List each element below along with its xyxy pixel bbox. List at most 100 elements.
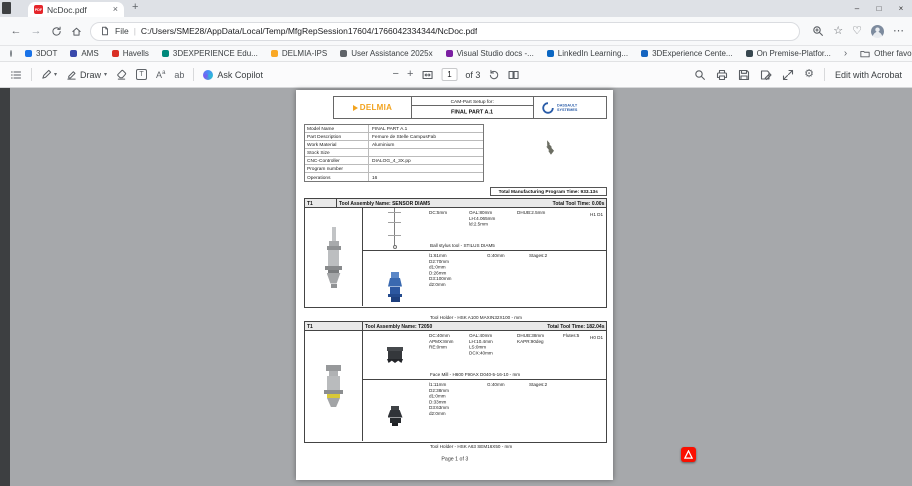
corrector-label: H1 D1 <box>589 212 603 217</box>
tool-id: T1 <box>307 323 313 329</box>
spec-column: OAL:80mm LH:4.065mm ld:2.5mm <box>469 210 496 227</box>
favorites-star-icon[interactable]: ☆ <box>833 25 843 37</box>
cutter-caption: Face Mill - H600 F90AX D040-5-16-10 - mm <box>430 372 521 377</box>
face-mill-render <box>363 331 427 379</box>
ask-copilot-button[interactable]: Ask Copilot <box>203 69 263 80</box>
read-aloud-icon[interactable]: Aa <box>156 70 165 80</box>
text-selection-icon[interactable]: ab <box>174 70 184 80</box>
window-edge-artifact <box>2 2 11 14</box>
holder-specs: l1:61mm D2:70mm d1:0mm D:26mm D3:100mm d… <box>427 251 606 322</box>
page-number-input[interactable] <box>441 68 458 81</box>
bookmark-item[interactable]: Havells <box>111 49 149 58</box>
browser-essentials-icon[interactable]: ♡ <box>852 25 862 37</box>
fullscreen-icon[interactable] <box>782 69 794 81</box>
bookmark-label: 3DOT <box>36 49 58 58</box>
back-button[interactable]: ← <box>6 25 26 37</box>
draw-tool-button[interactable]: Draw ▾ <box>66 69 107 80</box>
holder-render-blue <box>363 251 427 322</box>
forward-button[interactable]: → <box>26 25 46 37</box>
bookmark-label: Visual Studio docs -... <box>456 49 534 58</box>
zoom-in-icon[interactable]: + <box>407 69 413 80</box>
holder-specs: l1:11mm D2:38mm d1:0mm D:33mm D3:63mm d2… <box>427 380 606 451</box>
print-icon[interactable] <box>716 69 728 81</box>
bookmark-item[interactable]: On Premise-Platfor... <box>745 49 831 58</box>
pen-tool-button[interactable]: ▾ <box>41 69 57 80</box>
browser-tab[interactable]: PDF NcDoc.pdf × <box>28 2 124 17</box>
zoom-out-icon[interactable]: − <box>393 69 399 80</box>
minimize-button[interactable]: – <box>846 4 868 13</box>
fit-to-page-icon[interactable] <box>421 69 433 81</box>
profile-avatar[interactable] <box>871 24 884 38</box>
info-value: DIALOG_4_3X.pp <box>372 157 411 164</box>
edit-with-acrobat-button[interactable]: Edit with Acrobat <box>835 70 902 80</box>
bookmark-favicon <box>745 50 753 57</box>
maximize-button[interactable]: □ <box>868 4 890 13</box>
bookmark-favicon <box>70 50 78 57</box>
bookmark-item[interactable]: DELMIA-IPS <box>270 49 327 58</box>
info-label: Work Material <box>307 141 337 148</box>
spec-column: G:40mm <box>487 253 505 258</box>
bookmark-favicon <box>340 50 348 57</box>
bookmark-favicon <box>445 50 453 57</box>
setup-label: CAM-Part Setup for: <box>450 98 495 104</box>
pdf-viewport[interactable]: DELMIA CAM-Part Setup for: FINAL PART A.… <box>0 88 912 486</box>
bookmark-favicon <box>161 50 169 57</box>
total-program-time: Total Manufacturing Program Time: 933.13… <box>498 188 599 195</box>
bookmark-item[interactable]: AMS <box>70 49 99 58</box>
copilot-icon <box>203 69 214 80</box>
browser-window: PDF NcDoc.pdf × + – □ × ← → File | C:/Us… <box>0 0 912 486</box>
total-program-time-box: Total Manufacturing Program Time: 933.13… <box>490 187 607 196</box>
draw-label: Draw <box>80 69 102 80</box>
history-bookmark-icon[interactable] <box>10 50 12 57</box>
address-bar[interactable]: File | C:/Users/SME28/AppData/Local/Temp… <box>90 21 801 41</box>
info-row: Stock Size <box>305 149 483 157</box>
rotate-icon[interactable] <box>488 69 499 80</box>
info-label: Model Name <box>307 125 335 132</box>
bookmark-item[interactable]: Visual Studio docs -... <box>445 49 534 58</box>
tab-close-icon[interactable]: × <box>113 5 118 14</box>
bookmark-item[interactable]: 3DEXPERIENCE Edu... <box>161 49 258 58</box>
pdf-toolbar-right: ⚙ Edit with Acrobat <box>694 68 912 81</box>
refresh-button[interactable] <box>46 26 66 37</box>
eraser-icon[interactable] <box>116 69 127 80</box>
pdf-page: DELMIA CAM-Part Setup for: FINAL PART A.… <box>296 90 613 480</box>
cutter-row: DC:40mm APMX:8mm RE:0mm OAL:40mm LH:10.4… <box>363 331 606 380</box>
bookmark-item[interactable]: 3DExperience Cente... <box>641 49 733 58</box>
table-of-contents-icon[interactable] <box>10 69 22 81</box>
info-row: Model Name FINAL PART A.1 <box>305 125 483 133</box>
spec-column: Stages:2 <box>529 253 548 258</box>
info-row: Work Material Aluminium <box>305 141 483 149</box>
bookmark-favicon <box>270 50 278 57</box>
3ds-swoosh-icon <box>542 101 554 114</box>
bookmark-favicon <box>25 50 32 57</box>
info-label: Part Description <box>307 133 342 140</box>
bookmark-label: 3DEXPERIENCE Edu... <box>172 49 258 58</box>
new-tab-button[interactable]: + <box>132 1 138 13</box>
info-label: CNC-Controller <box>307 157 340 164</box>
add-text-icon[interactable]: T <box>136 69 148 80</box>
bookmark-item[interactable]: 3DOT <box>25 49 57 58</box>
bookmark-item[interactable]: LinkedIn Learning... <box>546 49 628 58</box>
settings-menu-icon[interactable]: ⋯ <box>893 25 904 37</box>
folder-icon <box>860 50 870 58</box>
holder-render-dark <box>363 380 427 451</box>
page-view-icon[interactable] <box>507 69 519 81</box>
window-close-button[interactable]: × <box>890 4 912 13</box>
zoom-icon[interactable] <box>812 25 824 37</box>
pdf-settings-gear-icon[interactable]: ⚙ <box>804 69 814 80</box>
acrobat-launcher-button[interactable] <box>681 447 696 462</box>
other-favorites-label: Other favorites <box>874 49 912 58</box>
bookmark-item[interactable]: User Assistance 2025x <box>340 49 433 58</box>
other-favorites-button[interactable]: Other favorites <box>860 49 912 58</box>
document-icon <box>102 26 108 36</box>
read-aloud-sup: a <box>162 69 166 76</box>
search-icon[interactable] <box>694 69 706 81</box>
drill-bit-icon <box>546 140 555 155</box>
save-icon[interactable] <box>738 69 750 81</box>
save-as-icon[interactable] <box>760 69 772 81</box>
spec-column: l1:11mm D2:38mm d1:0mm D:33mm D3:63mm d2… <box>429 382 449 416</box>
bookmarks-overflow-chevron-icon[interactable]: › <box>844 48 847 59</box>
home-button[interactable] <box>66 26 86 37</box>
info-row: Operations 16 <box>305 173 483 181</box>
bookmark-label: AMS <box>81 49 99 58</box>
